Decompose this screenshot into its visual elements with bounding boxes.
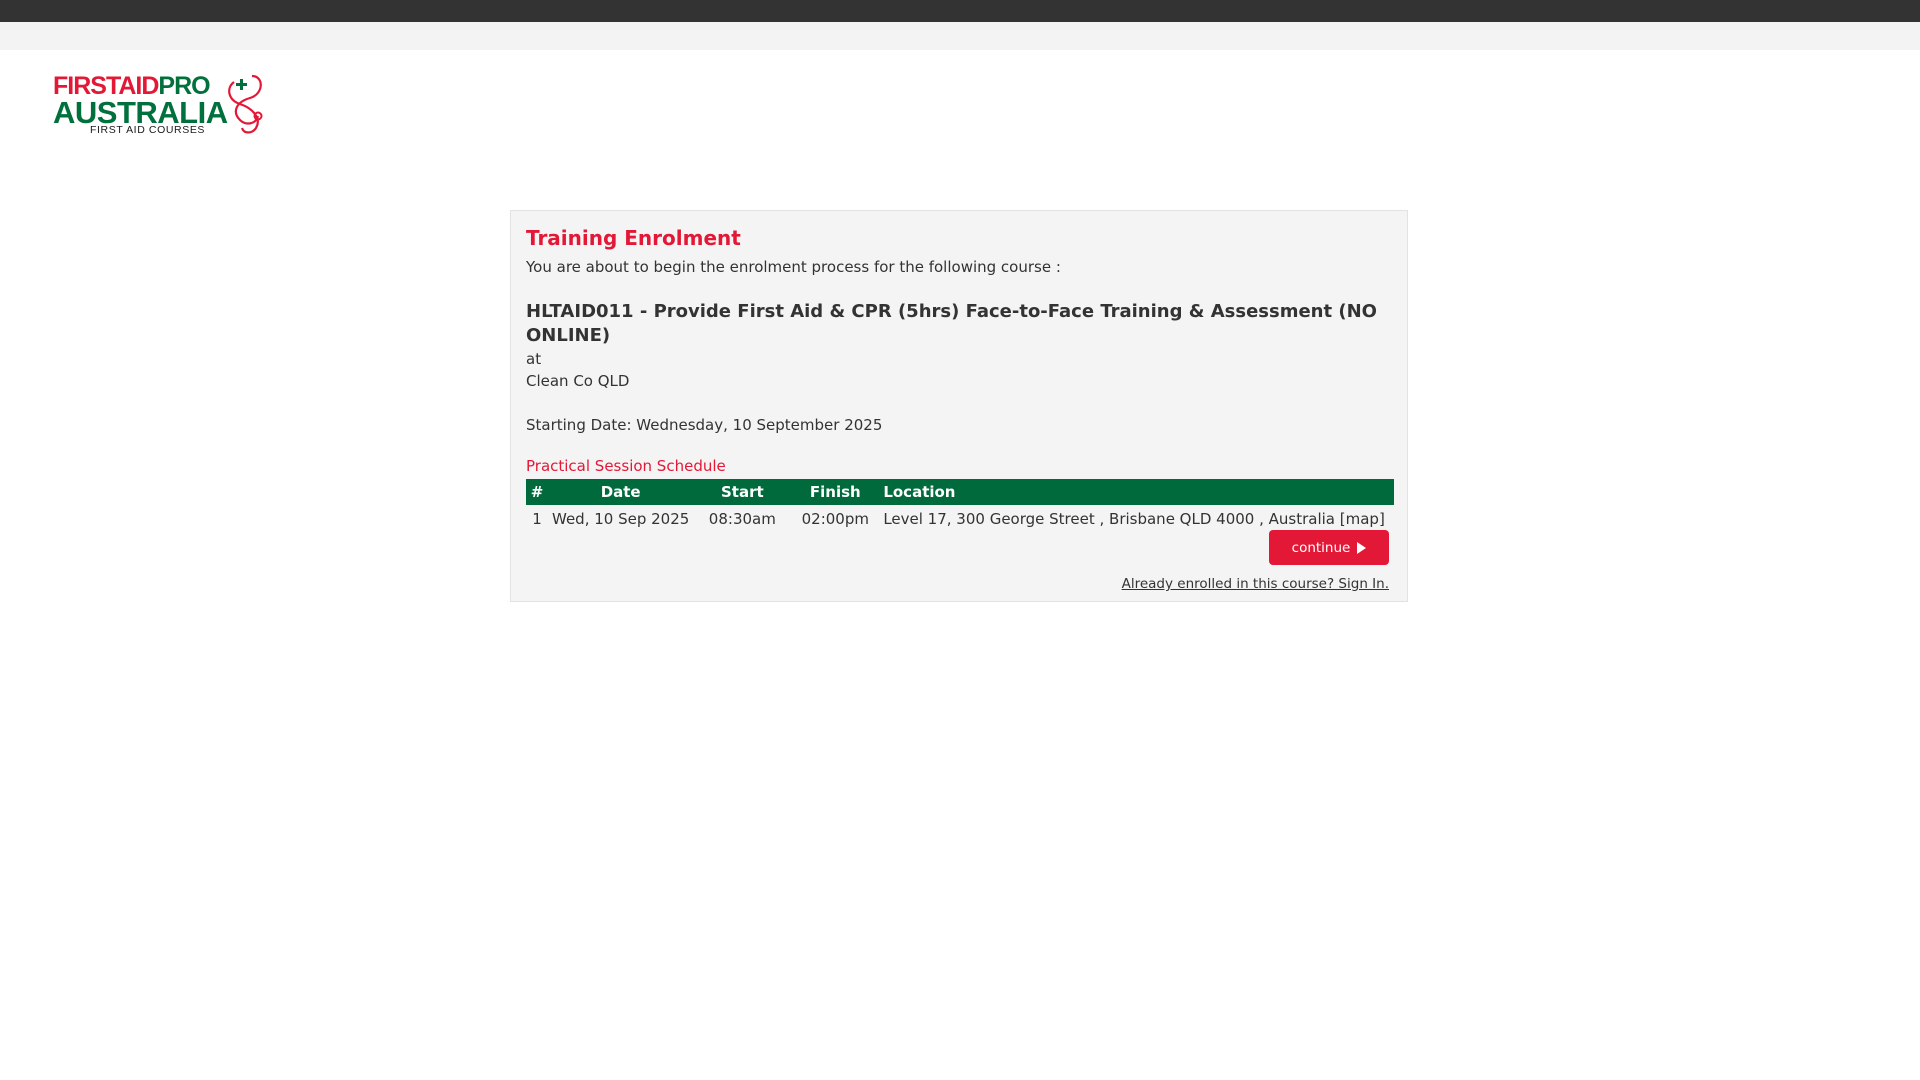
map-link[interactable]: [map]: [1340, 510, 1385, 528]
stethoscope-cross-icon: [228, 74, 263, 134]
header-finish: Finish: [791, 479, 880, 505]
header-date: Date: [548, 479, 694, 505]
at-label: at: [526, 350, 542, 368]
schedule-title: Practical Session Schedule: [526, 457, 726, 475]
intro-text: You are about to begin the enrolment pro…: [526, 258, 1061, 276]
cell-finish: 02:00pm: [801, 509, 869, 528]
cell-date: Wed, 10 Sep 2025: [552, 509, 690, 528]
header-start: Start: [693, 479, 792, 505]
play-icon: [1357, 541, 1367, 554]
enrolment-content: Training Enrolment You are about to begi…: [526, 225, 1394, 592]
schedule-header-row: # Date Start Finish Location: [526, 479, 1394, 505]
course-name: HLTAID011 - Provide First Aid & CPR (5hr…: [526, 301, 1377, 346]
top-bar: [0, 0, 1920, 22]
header-location: Location: [879, 479, 1394, 505]
cell-num: 1: [532, 509, 542, 528]
site-logo[interactable]: FIRSTAIDPRO AUSTRALIA FIRST AID COURSES: [53, 74, 283, 136]
location-text: Level 17, 300 George Street , Brisbane Q…: [883, 509, 1335, 528]
continue-label: continue: [1291, 539, 1351, 556]
venue-name: Clean Co QLD: [526, 372, 630, 390]
header-num: #: [526, 479, 548, 505]
schedule-table: # Date Start Finish Location 1 Wed, 10 S…: [526, 479, 1394, 532]
logo-tagline: FIRST AID COURSES: [90, 124, 206, 136]
continue-button[interactable]: continue: [1269, 530, 1389, 565]
cell-location: Level 17, 300 George Street , Brisbane Q…: [879, 505, 1394, 532]
table-row: 1 Wed, 10 Sep 2025 08:30am 02:00pm Level…: [526, 505, 1394, 532]
cell-start: 08:30am: [708, 509, 776, 528]
signin-link[interactable]: Already enrolled in this course? Sign In…: [1122, 576, 1389, 592]
starting-date: Starting Date: Wednesday, 10 September 2…: [526, 416, 883, 434]
page-title: Training Enrolment: [526, 226, 741, 250]
enrolment-panel: Training Enrolment You are about to begi…: [510, 210, 1408, 602]
sub-bar: [0, 22, 1920, 50]
